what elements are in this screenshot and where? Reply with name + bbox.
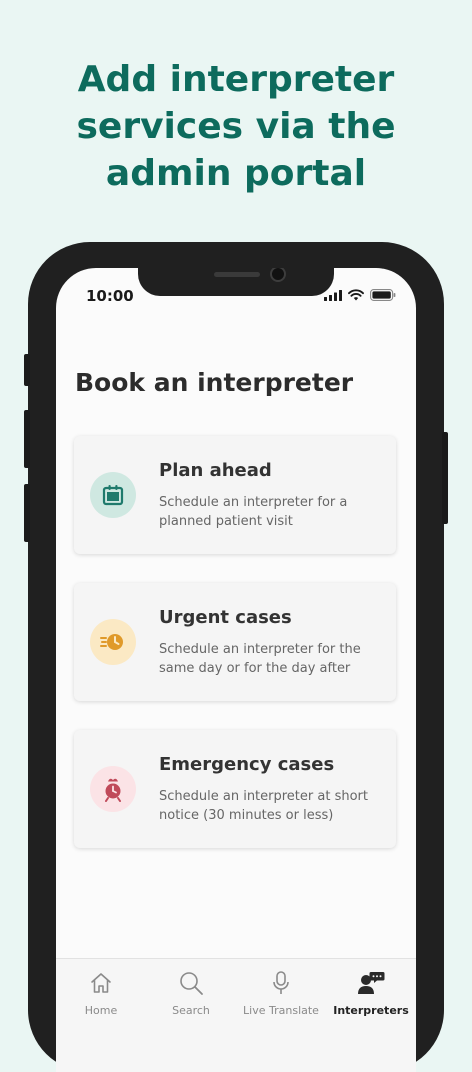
headline-line-1: Add interpreter	[77, 59, 395, 100]
volume-down-button	[24, 484, 30, 542]
tab-home[interactable]: Home	[56, 969, 146, 1017]
tab-label: Search	[172, 1004, 210, 1017]
phone-screen: 10:00 Book an interpreter Plan ahead Sch…	[56, 268, 416, 1072]
battery-icon	[370, 289, 396, 301]
front-camera	[270, 268, 286, 282]
headline-line-2: services via the	[76, 106, 396, 147]
page-title: Book an interpreter	[75, 368, 354, 397]
plan-ahead-card[interactable]: Plan ahead Schedule an interpreter for a…	[74, 436, 396, 554]
bottom-tab-bar: Home Search Live Translate Interpreters	[56, 958, 416, 1072]
card-title: Urgent cases	[159, 607, 292, 628]
tab-live-translate[interactable]: Live Translate	[236, 969, 326, 1017]
emergency-alarm-icon	[90, 766, 136, 812]
wifi-icon	[348, 289, 364, 301]
tab-search[interactable]: Search	[146, 969, 236, 1017]
card-title: Emergency cases	[159, 754, 335, 775]
mute-switch	[24, 354, 30, 386]
home-icon	[56, 969, 146, 997]
volume-up-button	[24, 410, 30, 468]
cellular-signal-icon	[324, 289, 342, 301]
earpiece-speaker	[214, 272, 260, 277]
urgent-cases-card[interactable]: Urgent cases Schedule an interpreter for…	[74, 583, 396, 701]
phone-frame: 10:00 Book an interpreter Plan ahead Sch…	[24, 242, 448, 1072]
search-icon	[146, 969, 236, 997]
tab-label: Interpreters	[333, 1004, 409, 1017]
interpreter-icon	[326, 969, 416, 997]
status-time: 10:00	[86, 287, 134, 305]
marketing-headline: Add interpreter services via the admin p…	[0, 56, 472, 197]
card-title: Plan ahead	[159, 460, 272, 481]
card-description: Schedule an interpreter for a planned pa…	[159, 495, 348, 529]
urgent-clock-icon	[90, 619, 136, 665]
microphone-icon	[236, 969, 326, 997]
headline-line-3: admin portal	[105, 153, 367, 194]
tab-interpreters[interactable]: Interpreters	[326, 969, 416, 1017]
tab-label: Live Translate	[243, 1004, 319, 1017]
status-icons	[324, 289, 396, 301]
card-description: Schedule an interpreter for the same day…	[159, 642, 361, 676]
card-description: Schedule an interpreter at short notice …	[159, 789, 368, 823]
tab-label: Home	[84, 1004, 118, 1017]
phone-notch	[138, 268, 334, 296]
emergency-cases-card[interactable]: Emergency cases Schedule an interpreter …	[74, 730, 396, 848]
power-button	[442, 432, 448, 524]
calendar-icon	[90, 472, 136, 518]
